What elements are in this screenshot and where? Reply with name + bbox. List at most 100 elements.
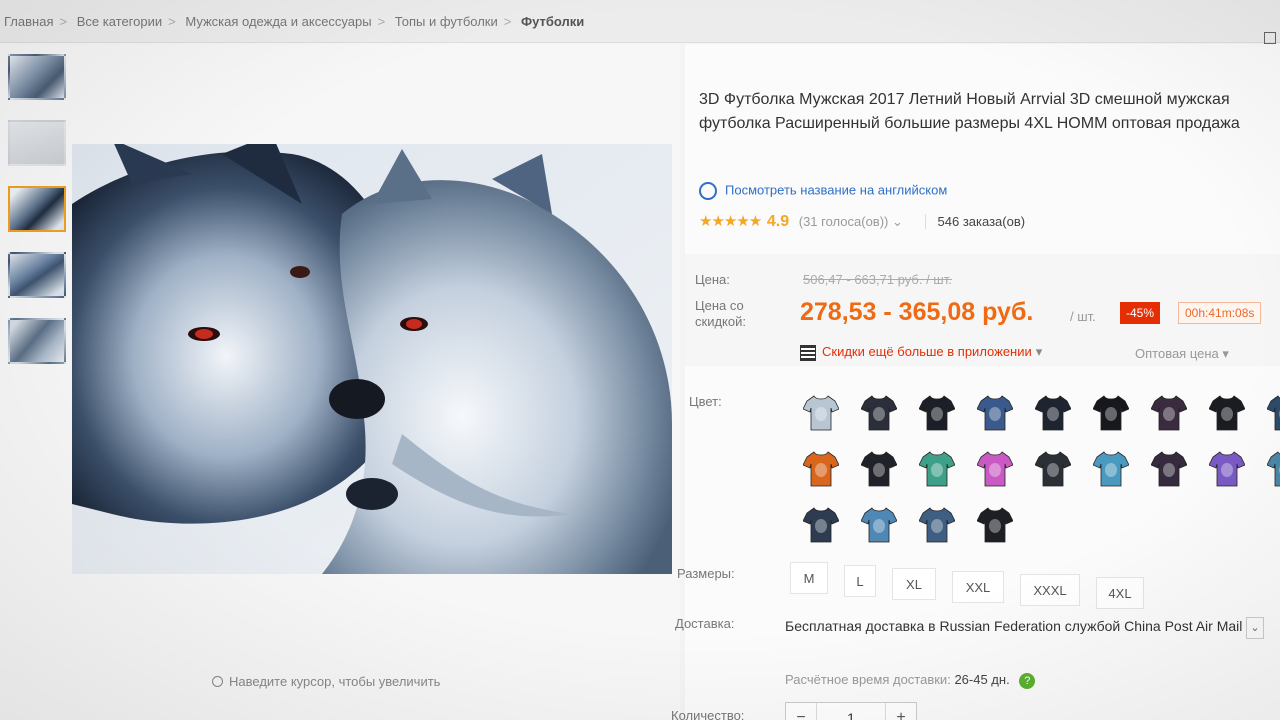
tshirt-icon [802, 506, 840, 544]
eta-value: 26-45 дн. [954, 672, 1010, 687]
old-price: 506,47 - 663,71 руб. / шт. [803, 272, 952, 287]
color-swatch[interactable] [855, 445, 903, 493]
votes-caret-icon[interactable]: ⌄ [892, 214, 903, 229]
quantity-stepper: − 1 + [785, 702, 917, 720]
thumbnail-3[interactable] [8, 186, 66, 232]
main-product-image[interactable] [72, 144, 672, 574]
color-swatch[interactable] [1029, 445, 1077, 493]
shipping-method-dropdown[interactable]: ⌄ [1246, 617, 1264, 639]
discount-price-label: Цена со скидкой: [695, 298, 746, 329]
color-swatch[interactable] [797, 389, 845, 437]
price-label: Цена: [695, 272, 730, 287]
translate-link-text[interactable]: Посмотреть название на английском [725, 182, 947, 197]
quantity-decrease-button[interactable]: − [786, 709, 816, 720]
sale-timer: 00h:41m:08s [1178, 302, 1262, 324]
app-deal-caret-icon[interactable]: ▾ [1036, 344, 1043, 359]
product-info-panel: 3D Футболка Мужская 2017 Летний Новый Ar… [671, 44, 1280, 720]
color-swatch[interactable] [1203, 389, 1251, 437]
shipping-info: Бесплатная доставка в Russian Federation… [785, 616, 1280, 639]
tshirt-icon [1034, 450, 1072, 488]
color-swatch[interactable] [1261, 445, 1280, 493]
color-swatch[interactable] [971, 445, 1019, 493]
color-swatch[interactable] [913, 445, 961, 493]
eta-label: Расчётное время доставки: [785, 672, 951, 687]
color-swatch[interactable] [1203, 445, 1251, 493]
breadcrumb-all-categories[interactable]: Все категории [77, 14, 162, 29]
magnifier-icon [212, 676, 223, 687]
thumbnail-5[interactable] [8, 318, 66, 364]
shipping-text: Бесплатная доставка в Russian Federation… [785, 618, 1243, 634]
color-swatch[interactable] [855, 389, 903, 437]
discount-price: 278,53 - 365,08 руб. [800, 298, 1034, 326]
color-swatch[interactable] [971, 501, 1019, 549]
tshirt-icon [918, 450, 956, 488]
tshirt-icon [976, 394, 1014, 432]
color-swatch[interactable] [1029, 389, 1077, 437]
color-swatch[interactable] [797, 501, 845, 549]
translate-icon [699, 182, 717, 200]
votes-link[interactable]: (31 голоса(ов)) [799, 214, 889, 229]
color-swatch[interactable] [1145, 389, 1193, 437]
quantity-input[interactable]: 1 [816, 703, 886, 720]
wholesale-price-link[interactable]: Оптовая цена ▾ [1135, 346, 1229, 362]
orders-count: 546 заказа(ов) [924, 214, 1026, 229]
maximize-icon[interactable] [1264, 32, 1276, 44]
size-option[interactable]: XL [892, 568, 936, 600]
help-icon[interactable]: ? [1019, 673, 1036, 689]
thumbnail-1[interactable] [8, 54, 66, 100]
discount-badge: -45% [1120, 302, 1161, 324]
qr-code-icon [800, 344, 816, 361]
color-label: Цвет: [689, 394, 722, 409]
size-option[interactable]: 4XL [1096, 577, 1144, 609]
color-swatch[interactable] [1087, 445, 1135, 493]
zoom-hint-text: Наведите курсор, чтобы увеличить [229, 674, 441, 689]
rating-score: 4.9 [766, 213, 790, 230]
thumbnail-4[interactable] [8, 252, 66, 298]
color-swatch[interactable] [855, 501, 903, 549]
tshirt-icon [976, 450, 1014, 488]
tshirt-icon [802, 394, 840, 432]
tshirt-icon [1266, 394, 1280, 432]
tshirt-icon [802, 450, 840, 488]
tshirt-icon [1150, 450, 1188, 488]
product-page: Главная > Все категории > Мужская одежда и… [0, 0, 1280, 720]
color-swatch[interactable] [971, 389, 1019, 437]
color-swatch[interactable] [913, 501, 961, 549]
rating-stars-icon: ★★★★★ [699, 213, 762, 230]
size-option[interactable]: L [844, 565, 876, 597]
quantity-increase-button[interactable]: + [886, 709, 916, 720]
sizes-label: Размеры: [677, 566, 735, 581]
tshirt-icon [1266, 450, 1280, 488]
tshirt-icon [1208, 394, 1246, 432]
breadcrumb-mens-clothing[interactable]: Мужская одежда и аксессуары [185, 14, 371, 29]
price-box: Цена: 506,47 - 663,71 руб. / шт. Цена со… [685, 254, 1280, 366]
thumbnail-2[interactable] [8, 120, 66, 166]
color-swatch[interactable] [1087, 389, 1135, 437]
color-swatch[interactable] [797, 445, 845, 493]
color-swatch[interactable] [913, 389, 961, 437]
tshirt-icon [1150, 394, 1188, 432]
breadcrumb-tops[interactable]: Топы и футболки [395, 14, 498, 29]
breadcrumb-home[interactable]: Главная [4, 14, 53, 29]
app-deal-link[interactable]: Скидки ещё больше в приложении ▾ [800, 344, 1042, 361]
tshirt-icon [976, 506, 1014, 544]
rating-row: ★★★★★ 4.9 (31 голоса(ов)) ⌄ 546 заказа(о… [699, 212, 1026, 231]
shipping-label: Доставка: [675, 616, 735, 631]
tshirt-icon [918, 394, 956, 432]
tshirt-icon [860, 394, 898, 432]
color-swatch[interactable] [1145, 445, 1193, 493]
translate-link[interactable]: Посмотреть название на английском [699, 182, 947, 200]
size-option[interactable]: XXXL [1020, 574, 1080, 606]
tshirt-icon [860, 506, 898, 544]
app-deal-text[interactable]: Скидки ещё больше в приложении [822, 344, 1032, 359]
size-option[interactable]: XXL [952, 571, 1004, 603]
gallery-panel: Наведите курсор, чтобы увеличить [0, 44, 680, 720]
color-swatch[interactable] [1261, 389, 1280, 437]
breadcrumb-current: Футболки [520, 14, 585, 29]
breadcrumb-bar: Главная > Все категории > Мужская одежда и… [0, 0, 1280, 44]
delivery-eta: Расчётное время доставки: 26-45 дн. ? [785, 672, 1036, 689]
tshirt-icon [918, 506, 956, 544]
wolves-image [72, 144, 672, 574]
tshirt-icon [1208, 450, 1246, 488]
size-option[interactable]: M [790, 562, 828, 594]
